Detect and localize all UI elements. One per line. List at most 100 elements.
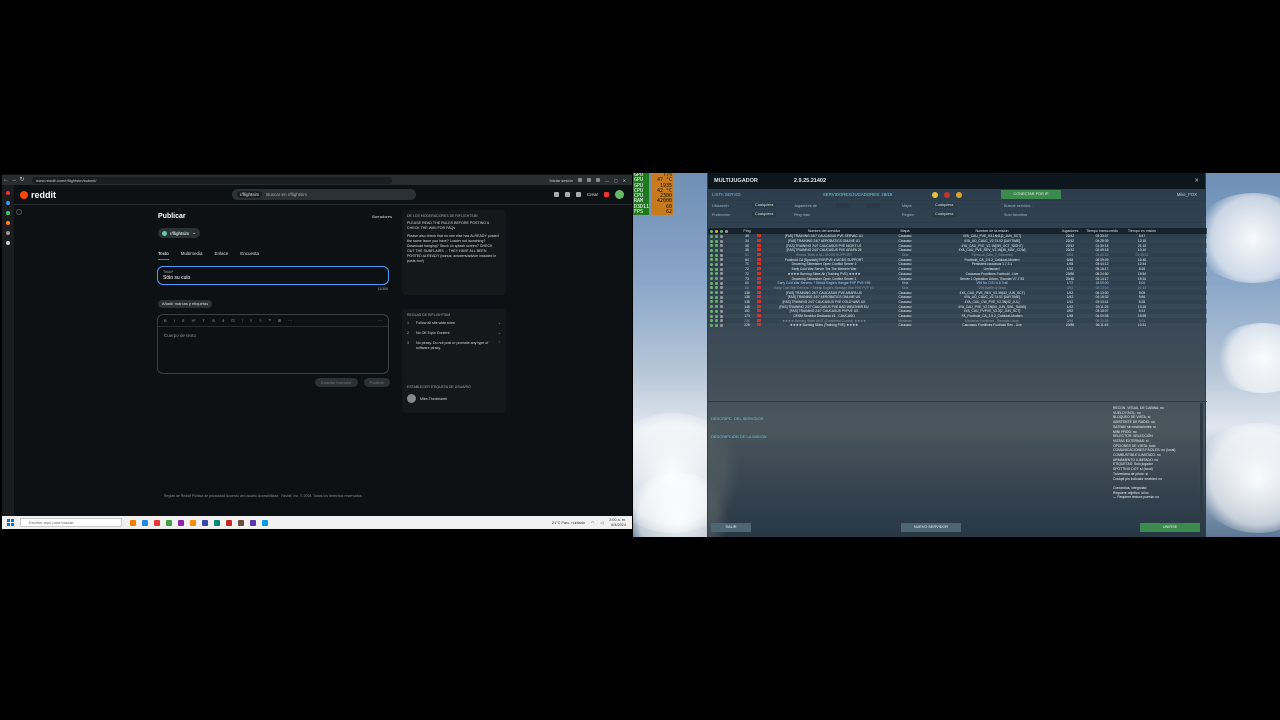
taskbar-app-icon[interactable] [178,519,184,526]
col-map[interactable]: Mapa [884,229,926,233]
table-row[interactable]: 152 [FAS] TRAINING 24/7 CAUCASUS PVPVE US… [708,309,1207,314]
back-icon[interactable]: ← [2,176,10,184]
session-label[interactable]: Iniciar sesión [550,178,573,183]
url-field[interactable]: www.reddit.com/r/flightsim/submit/ [32,176,392,184]
bookmark-icon[interactable] [586,178,591,182]
save-draft-button[interactable]: Guardar borrador [314,378,358,387]
align-icon[interactable]: ≡ [259,318,261,323]
publish-button[interactable]: Publicar [363,378,390,387]
sidebar-app-icon[interactable] [6,211,10,215]
table-row[interactable]: 138 [FAS] TRAINING 24/7 CAUCASUS PVE COLD… [708,299,1207,305]
bold-icon[interactable]: B [164,318,167,323]
translate-icon[interactable] [553,192,559,197]
minimize-icon[interactable]: — [605,178,609,183]
maximize-icon[interactable]: ▢ [614,178,618,183]
taskbar-app-icon[interactable] [238,519,244,526]
community-selector[interactable]: r/flightsim ⌄ [158,228,201,238]
tab-poll[interactable]: Encuesta [240,251,259,260]
table-row[interactable]: 64 Footbold CA [Spanish] PVP/PVE # MODS S… [708,257,1207,262]
table-row[interactable]: 34 [FAS] TRAINING 24/7 AEROBATICS ONLINE … [708,239,1207,244]
page-footer[interactable]: Reglas de Reddit Política de privacidad … [164,494,363,498]
taskbar-app-icon[interactable] [226,519,232,526]
col-mission-time[interactable]: Tiempo en misión [1122,229,1162,233]
location-select[interactable]: Cualquiera [752,203,777,208]
quote-icon[interactable]: ❝ [269,318,271,323]
table-row[interactable]: 72 Early Cold War Server Tos The Mehrein … [708,267,1207,272]
taskbar-app-icon[interactable] [262,519,268,526]
table-row[interactable]: 148 [FAS] TRAINING 24/7 CAUCASUS PVE BAD … [708,304,1207,309]
avatar[interactable] [615,190,624,199]
map-select[interactable]: Cualquiera [932,203,957,208]
col-players[interactable]: Jugadores [1058,229,1082,233]
col-name[interactable]: Nombre del servidor [764,229,884,233]
new-server-button[interactable]: NUEVO SERVIDOR [901,523,961,532]
col-elapsed[interactable]: Tiempo transcurrido [1082,229,1122,233]
close-window-icon[interactable]: ✕ [623,178,626,183]
sidebar-app-icon[interactable] [6,201,10,205]
reload-icon[interactable]: ↻ [18,176,26,184]
join-button[interactable]: UNIRSE [1140,523,1200,532]
chat-icon[interactable] [575,192,581,197]
lock-icon[interactable] [944,191,950,198]
sidebar-app-icon[interactable] [6,221,10,225]
table-row[interactable]: 136 [FAS] TRAINING 24/7 CAUCASUS PVE ARAP… [708,290,1207,295]
search-server-input[interactable]: Buscar servidor... [1004,204,1033,208]
heading-icon[interactable]: T [202,318,204,323]
players-min-input[interactable] [836,203,850,208]
weather-widget[interactable]: 21°C Parc. nublado [552,521,585,525]
code-icon[interactable]: ⋯ [288,318,292,323]
taskbar-app-icon[interactable] [142,519,148,526]
table-row[interactable]: 36 [FAS] TRAINING 24/7 CAUCASUS PVE ARAPA… [708,248,1207,253]
table-row[interactable]: 225 ★★★★ Burning Skies (Training PVE) ★★★… [708,323,1207,328]
spoiler-icon[interactable]: ∂ [222,318,224,323]
bullet-list-icon[interactable]: ⁝ [242,318,243,323]
table-row[interactable]: 136 [FAS] TRAINING 24/7 AEROBATICS ONLINE… [708,295,1207,300]
create-button[interactable]: Crear [587,192,598,197]
table-row[interactable]: 72 ★★★★ Burning Skies Air (Training PVE) … [708,271,1207,277]
table-row[interactable]: 85 Early Cold War Servers: * Streak Eagle… [708,280,1207,286]
taskbar-app-icon[interactable] [190,519,196,526]
reddit-logo[interactable]: reddit [20,190,56,200]
table-row[interactable]: 256 ★★★★ Burning Skies UNIT (Combined Con… [708,318,1207,324]
wifi-icon[interactable]: ◠ [591,520,594,525]
table-row[interactable]: 173 CESM Servidor Dedicado #1 - CAUCASO Cá… [708,314,1207,319]
search-community-chip[interactable]: r/flightsim [237,191,263,198]
italic-icon[interactable]: I [174,318,175,323]
add-tags-button[interactable]: Añadir marcas y etiquetas [158,300,213,308]
taskbar-search-input[interactable]: Escribe aquí para buscar [20,518,122,527]
volume-icon[interactable]: ◁ [600,520,603,525]
tab-media[interactable]: Multimedia [181,251,203,260]
taskbar-app-icon[interactable] [130,519,136,526]
rule-item[interactable]: 1 Follow all site wide rules ⌄ [407,321,501,326]
taskbar-app-icon[interactable] [202,519,208,526]
col-mission[interactable]: Nombre de la misión [926,229,1058,233]
players-max-input[interactable] [866,203,880,208]
menu-icon[interactable] [595,178,600,182]
notifications-icon[interactable] [604,192,609,197]
table-row[interactable]: 36 [FAS] TRAINING 24/7 CAUCASUS PVE SERVA… [708,234,1207,239]
rule-item[interactable]: 2 No Off-Topic Content ⌄ [407,331,501,336]
tab-link[interactable]: Enlace [215,251,229,260]
user-flair-selector[interactable]: Mike-Thedreamb [407,394,501,403]
forward-icon[interactable]: → [10,176,18,184]
clock[interactable]: 2:00 a. m. 6/4/2024 [609,518,626,527]
eye-icon[interactable] [932,191,938,198]
table-row[interactable]: 51 Rhinos Team # ALL MODS SUPPORT Siria Per… [708,252,1207,258]
taskbar-app-icon[interactable] [250,519,256,526]
table-row[interactable]: 36 [FAS] TRAINING 24/7 CAUCASUS PVE NIGHT… [708,243,1207,249]
strikethrough-icon[interactable]: S [182,318,185,323]
taskbar-app-icon[interactable] [166,519,172,526]
description-scrollbar[interactable] [1200,403,1203,519]
extension-icon[interactable] [577,178,582,182]
table-row[interactable]: 86 Early Cold War Servers: * Streak Eagle… [708,285,1207,291]
table-row[interactable]: 73 Drowning Skirmisher Open Conflict Serv… [708,276,1207,281]
rule-item[interactable]: 3 No piracy. Do not post or promote any … [407,341,501,351]
title-field[interactable]: Título* Sólo su culo [157,266,389,285]
ads-icon[interactable] [564,192,570,197]
connect-by-ip-button[interactable]: CONECTAR POR IP [1001,190,1061,199]
filter-icons[interactable] [708,229,740,233]
numbered-list-icon[interactable]: ≡ [250,318,252,323]
more-options-icon[interactable]: ⋯ [378,318,382,323]
protection-select[interactable]: Cualquiera [752,212,777,217]
region-select[interactable]: Cualquiera [932,212,957,217]
